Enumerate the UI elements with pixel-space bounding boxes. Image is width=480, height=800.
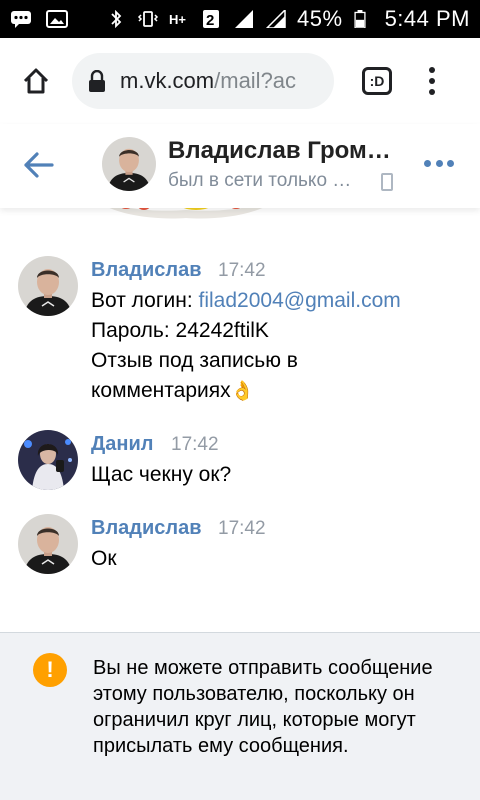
battery-percent: 45% [297, 6, 343, 31]
message-author[interactable]: Владислав [91, 259, 202, 282]
chat-header: Владислав Гром… был в сети только … [0, 124, 480, 208]
home-icon [23, 68, 49, 94]
message-line: Щас чекну ок? [91, 463, 232, 486]
clock: 5:44 PM [384, 6, 470, 31]
last-seen-status: был в сети только … [168, 170, 352, 191]
message-line-text: Вот логин: [91, 289, 199, 312]
notice-text: Вы не можете отправить сообщение этому п… [93, 657, 433, 757]
lock-icon [89, 70, 105, 92]
message-text: Вот логин: filad2004@gmail.com Пароль: 2… [91, 286, 461, 407]
h-plus-icon: H+ [169, 12, 186, 27]
browser-toolbar: m.vk.com/mail?ac :D [0, 38, 480, 124]
avatar[interactable] [18, 430, 78, 490]
address-bar[interactable]: m.vk.com/mail?ac [72, 53, 334, 109]
bluetooth-icon [111, 10, 122, 28]
more-options-button[interactable] [424, 160, 454, 170]
chat-icon [11, 11, 31, 28]
message-line-text: комментариях [91, 379, 231, 402]
status-bar: H+ 2 45% 5:44 PM [0, 0, 480, 38]
messaging-restricted-notice: ! Вы не можете отправить сообщение этому… [0, 632, 480, 800]
avatar[interactable] [18, 514, 78, 574]
chat-title[interactable]: Владислав Гром… [168, 137, 391, 165]
message-line: Вот логин: filad2004@gmail.com [91, 286, 461, 316]
message-author[interactable]: Владислав [91, 517, 202, 540]
ok-hand-emoji: 👌 [230, 381, 255, 402]
svg-text:2: 2 [206, 12, 214, 28]
url-path: /mail?ac [214, 68, 297, 93]
sim-2-icon: 2 [203, 10, 220, 28]
sticker-image [109, 208, 263, 219]
browser-menu-button[interactable] [424, 61, 440, 101]
svg-text:H+: H+ [169, 12, 186, 27]
message-line: комментариях👌 [91, 376, 461, 407]
signal-icon [265, 10, 286, 28]
message-line: Пароль: 24242ftilK [91, 319, 269, 342]
tab-switcher-button[interactable]: :D [362, 67, 392, 95]
message-line: Ок [91, 547, 117, 570]
url-text: m.vk.com/mail?ac [120, 68, 296, 94]
signal-icon [235, 10, 254, 28]
url-host: m.vk.com [120, 68, 215, 93]
warning-icon: ! [33, 653, 67, 687]
message-list: Владислав 17:42 Вот логин: filad2004@gma… [0, 208, 480, 632]
message-time: 17:42 [171, 434, 219, 455]
vibrate-icon [137, 11, 159, 27]
email-link[interactable]: filad2004@gmail.com [199, 289, 401, 312]
home-button[interactable] [14, 59, 58, 103]
avatar[interactable] [18, 256, 78, 316]
message-author[interactable]: Данил [91, 433, 153, 456]
mobile-icon [381, 173, 393, 191]
avatar[interactable] [102, 137, 156, 191]
message-time: 17:42 [218, 260, 266, 281]
message-text: Ок [91, 544, 461, 574]
back-arrow-icon[interactable] [22, 150, 56, 180]
message-line: Отзыв под записью в [91, 349, 298, 372]
image-icon [46, 10, 68, 28]
message-text: Щас чекну ок? [91, 460, 461, 490]
battery-icon [353, 10, 366, 28]
tab-switcher-label: :D [369, 73, 385, 89]
message-time: 17:42 [218, 518, 266, 539]
